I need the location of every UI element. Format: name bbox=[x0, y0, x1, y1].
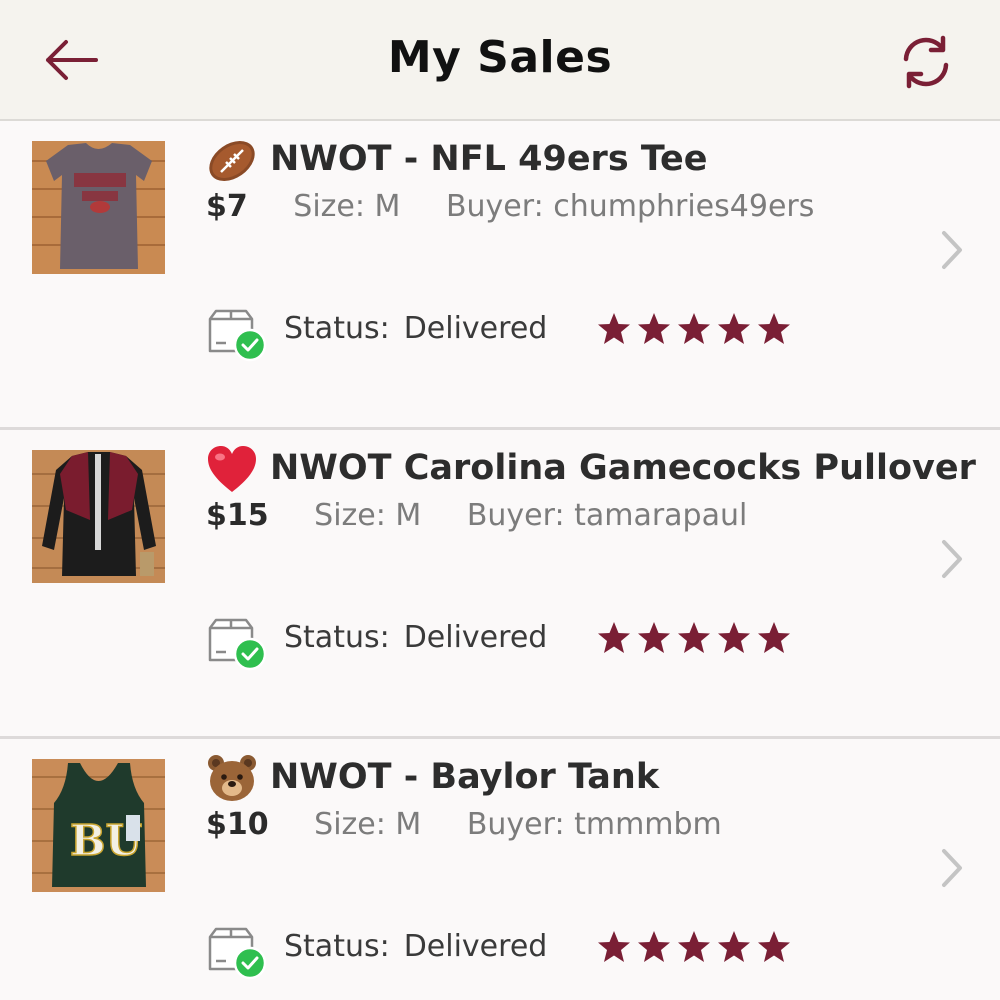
item-size: Size: M bbox=[314, 498, 422, 533]
item-meta: $15 Size: M Buyer: tamarapaul bbox=[206, 498, 747, 533]
chevron-right-icon[interactable] bbox=[936, 536, 968, 582]
sale-row[interactable]: BU NWOT - Baylor Tank $10 Size: M Buyer:… bbox=[0, 739, 1000, 1000]
star-icon bbox=[758, 622, 790, 653]
item-meta: $10 Size: M Buyer: tmmmbm bbox=[206, 807, 722, 842]
refresh-button[interactable] bbox=[896, 32, 956, 92]
item-price: $15 bbox=[206, 498, 269, 533]
star-icon bbox=[718, 931, 750, 962]
star-icon bbox=[598, 622, 630, 653]
star-rating bbox=[596, 929, 792, 969]
star-icon bbox=[758, 313, 790, 344]
status-value: Delivered bbox=[403, 929, 548, 964]
item-size: Size: M bbox=[293, 189, 401, 224]
bear-face-emoji-icon bbox=[208, 755, 256, 801]
star-rating bbox=[596, 311, 792, 351]
star-icon bbox=[678, 931, 710, 962]
top-nav-bar: My Sales bbox=[0, 0, 1000, 121]
star-rating bbox=[596, 620, 792, 660]
package-delivered-icon bbox=[208, 309, 267, 362]
star-icon bbox=[678, 622, 710, 653]
product-thumbnail: BU bbox=[32, 759, 165, 892]
status-value: Delivered bbox=[403, 311, 548, 346]
star-icon bbox=[718, 313, 750, 344]
page-title: My Sales bbox=[387, 32, 613, 83]
package-delivered-icon bbox=[208, 927, 267, 980]
football-emoji-icon bbox=[209, 141, 255, 181]
item-title: NWOT - NFL 49ers Tee bbox=[270, 139, 708, 179]
item-size: Size: M bbox=[314, 807, 422, 842]
delivery-status: Status: Delivered bbox=[284, 620, 547, 655]
sales-list: NWOT - NFL 49ers Tee $7 Size: M Buyer: c… bbox=[0, 121, 1000, 1000]
delivery-status: Status: Delivered bbox=[284, 311, 547, 346]
star-icon bbox=[638, 931, 670, 962]
delivery-status: Status: Delivered bbox=[284, 929, 547, 964]
product-thumbnail bbox=[32, 141, 165, 274]
item-buyer: Buyer: tmmmbm bbox=[466, 807, 722, 842]
sale-row[interactable]: NWOT - NFL 49ers Tee $7 Size: M Buyer: c… bbox=[0, 121, 1000, 430]
red-heart-emoji-icon bbox=[208, 446, 256, 492]
star-icon bbox=[718, 622, 750, 653]
star-icon bbox=[638, 313, 670, 344]
status-label: Status: bbox=[284, 620, 390, 655]
star-icon bbox=[598, 931, 630, 962]
item-title: NWOT Carolina Gamecocks Pullover bbox=[270, 448, 976, 488]
star-icon bbox=[598, 313, 630, 344]
item-buyer: Buyer: chumphries49ers bbox=[445, 189, 815, 224]
status-label: Status: bbox=[284, 929, 390, 964]
status-label: Status: bbox=[284, 311, 390, 346]
item-buyer: Buyer: tamarapaul bbox=[466, 498, 748, 533]
status-value: Delivered bbox=[403, 620, 548, 655]
item-meta: $7 Size: M Buyer: chumphries49ers bbox=[206, 189, 814, 224]
package-delivered-icon bbox=[208, 618, 267, 671]
sale-row[interactable]: NWOT Carolina Gamecocks Pullover $15 Siz… bbox=[0, 430, 1000, 739]
star-icon bbox=[678, 313, 710, 344]
refresh-icon bbox=[903, 35, 949, 89]
star-icon bbox=[758, 931, 790, 962]
chevron-right-icon[interactable] bbox=[936, 227, 968, 273]
star-icon bbox=[638, 622, 670, 653]
item-price: $10 bbox=[206, 807, 269, 842]
item-price: $7 bbox=[206, 189, 248, 224]
product-thumbnail bbox=[32, 450, 165, 583]
chevron-right-icon[interactable] bbox=[936, 845, 968, 891]
item-title: NWOT - Baylor Tank bbox=[270, 757, 660, 797]
